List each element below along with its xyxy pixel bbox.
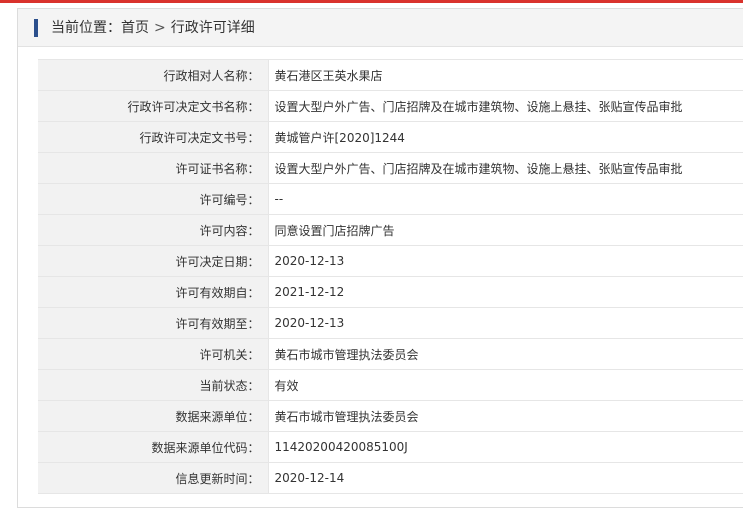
row-label: 许可内容： (38, 214, 269, 246)
row-label: 许可编号： (38, 183, 269, 215)
row-value: -- (268, 183, 743, 215)
row-label: 行政许可决定文书名称： (38, 90, 269, 122)
table-row: 许可内容： 同意设置门店招牌广告 (38, 214, 743, 246)
row-value: 有效 (268, 369, 743, 401)
table-row: 许可决定日期： 2020-12-13 (38, 245, 743, 277)
table-row: 许可机关： 黄石市城市管理执法委员会 (38, 338, 743, 370)
row-label: 数据来源单位代码： (38, 431, 269, 463)
row-value: 黄城管户许[2020]1244 (268, 121, 743, 153)
breadcrumb-marker-icon (34, 19, 38, 37)
row-value: 黄石市城市管理执法委员会 (268, 338, 743, 370)
table-row: 许可证书名称： 设置大型户外广告、门店招牌及在城市建筑物、设施上悬挂、张贴宣传品审… (38, 152, 743, 184)
row-value: 2020-12-13 (268, 245, 743, 277)
detail-table: 行政相对人名称： 黄石港区王英水果店 行政许可决定文书名称： 设置大型户外广告、门店… (38, 59, 743, 494)
row-label: 数据来源单位： (38, 400, 269, 432)
breadcrumb-separator: > (154, 20, 166, 36)
table-row: 数据来源单位： 黄石市城市管理执法委员会 (38, 400, 743, 432)
row-label: 当前状态： (38, 369, 269, 401)
row-label: 许可机关： (38, 338, 269, 370)
row-value: 2020-12-13 (268, 307, 743, 339)
row-label: 许可有效期至： (38, 307, 269, 339)
row-label: 行政许可决定文书号： (38, 121, 269, 153)
table-row: 许可有效期自： 2021-12-12 (38, 276, 743, 308)
row-value: 同意设置门店招牌广告 (268, 214, 743, 246)
row-value: 设置大型户外广告、门店招牌及在城市建筑物、设施上悬挂、张贴宣传品审批 (268, 152, 743, 184)
row-label: 许可证书名称： (38, 152, 269, 184)
row-value: 2021-12-12 (268, 276, 743, 308)
table-row: 信息更新时间： 2020-12-14 (38, 462, 743, 494)
table-row: 许可有效期至： 2020-12-13 (38, 307, 743, 339)
row-value: 黄石市城市管理执法委员会 (268, 400, 743, 432)
row-value: 11420200420085100J (268, 431, 743, 463)
table-row: 当前状态： 有效 (38, 369, 743, 401)
top-accent-rule (0, 0, 743, 3)
row-value: 设置大型户外广告、门店招牌及在城市建筑物、设施上悬挂、张贴宣传品审批 (268, 90, 743, 122)
row-label: 信息更新时间： (38, 462, 269, 494)
breadcrumb: 当前位置：首页 > 行政许可详细 (18, 9, 743, 47)
table-row: 行政许可决定文书名称： 设置大型户外广告、门店招牌及在城市建筑物、设施上悬挂、张贴… (38, 90, 743, 122)
row-value: 黄石港区王英水果店 (268, 59, 743, 91)
breadcrumb-current: 行政许可详细 (170, 20, 255, 36)
table-row: 数据来源单位代码： 11420200420085100J (38, 431, 743, 463)
row-label: 行政相对人名称： (38, 59, 269, 91)
breadcrumb-prefix: 当前位置： (51, 20, 121, 36)
breadcrumb-text: 当前位置：首页 > 行政许可详细 (51, 18, 255, 38)
table-row: 许可编号： -- (38, 183, 743, 215)
breadcrumb-home-link[interactable]: 首页 (121, 20, 149, 36)
row-label: 许可有效期自： (38, 276, 269, 308)
table-row: 行政许可决定文书号： 黄城管户许[2020]1244 (38, 121, 743, 153)
row-label: 许可决定日期： (38, 245, 269, 277)
table-row: 行政相对人名称： 黄石港区王英水果店 (38, 59, 743, 91)
row-value: 2020-12-14 (268, 462, 743, 494)
